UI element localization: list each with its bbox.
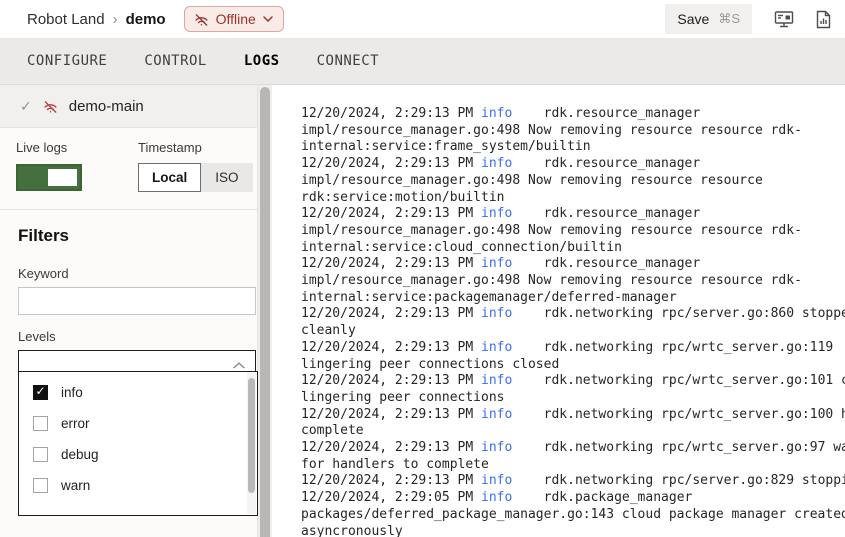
filters-section: Filters Keyword Levels <box>0 210 257 380</box>
log-list: 12/20/2024, 2:29:13 PM info rdk.resource… <box>301 106 845 537</box>
save-shortcut: ⌘S <box>718 11 740 27</box>
level-option-warn[interactable]: warn <box>19 470 257 501</box>
dropdown-scrollbar-track <box>247 373 256 514</box>
log-entry: 12/20/2024, 2:29:13 PM info rdk.resource… <box>301 106 845 156</box>
log-level: info <box>481 106 512 121</box>
levels-dropdown: info error debug warn <box>18 371 258 516</box>
checkbox-icon[interactable] <box>33 416 48 431</box>
toggle-knob <box>48 169 77 186</box>
status-label: Offline <box>216 11 256 27</box>
main-area: ✓ demo-main Live logs Timestamp <box>0 85 845 537</box>
log-level: info <box>481 156 512 171</box>
tab-connect[interactable]: CONNECT <box>317 53 380 69</box>
timestamp-label: Timestamp <box>138 140 253 155</box>
save-button[interactable]: Save ⌘S <box>665 4 752 34</box>
log-controls: Live logs Timestamp Local ISO <box>0 128 257 210</box>
log-entry: 12/20/2024, 2:29:13 PM info rdk.networki… <box>301 306 845 339</box>
log-timestamp: 12/20/2024, 2:29:13 PM <box>301 156 481 171</box>
checkbox-icon[interactable] <box>33 478 48 493</box>
level-option-label: error <box>61 416 90 431</box>
log-level: info <box>481 407 512 422</box>
check-icon: ✓ <box>20 98 32 115</box>
level-option-label: info <box>61 385 83 400</box>
logs-scrollbar-track[interactable] <box>258 85 272 537</box>
log-entry: 12/20/2024, 2:29:13 PM info rdk.networki… <box>301 440 845 473</box>
monitor-icon[interactable] <box>774 10 794 29</box>
wifi-off-icon <box>43 99 58 114</box>
checkbox-icon[interactable] <box>33 447 48 462</box>
breadcrumb-separator: › <box>113 11 118 28</box>
log-timestamp: 12/20/2024, 2:29:13 PM <box>301 306 481 321</box>
log-timestamp: 12/20/2024, 2:29:13 PM <box>301 473 481 488</box>
log-entry: 12/20/2024, 2:29:13 PM info rdk.networki… <box>301 340 845 373</box>
chevron-down-icon <box>263 16 273 22</box>
log-timestamp: 12/20/2024, 2:29:13 PM <box>301 440 481 455</box>
save-label: Save <box>677 11 709 27</box>
level-option-info[interactable]: info <box>19 377 257 408</box>
breadcrumb-current: demo <box>126 11 166 28</box>
log-timestamp: 12/20/2024, 2:29:13 PM <box>301 407 481 422</box>
live-logs-label: Live logs <box>16 140 138 155</box>
keyword-label: Keyword <box>18 266 257 281</box>
log-message: rdk.networking rpc/server.go:829 stoppin… <box>512 473 845 488</box>
levels-label: Levels <box>18 329 257 344</box>
log-level: info <box>481 440 512 455</box>
log-level: info <box>481 373 512 388</box>
levels-option-list: info error debug warn <box>19 372 257 501</box>
logs-scrollbar-thumb[interactable] <box>260 87 270 537</box>
chevron-up-icon <box>233 360 245 371</box>
file-chart-icon[interactable] <box>816 10 831 29</box>
breadcrumb: Robot Land › demo <box>27 11 166 28</box>
tab-bar: CONFIGURE CONTROL LOGS CONNECT <box>0 38 845 85</box>
level-option-error[interactable]: error <box>19 408 257 439</box>
filters-title: Filters <box>18 226 257 246</box>
log-timestamp: 12/20/2024, 2:29:13 PM <box>301 340 481 355</box>
timestamp-local-button[interactable]: Local <box>138 163 201 192</box>
checkbox-icon[interactable] <box>33 385 48 400</box>
level-option-label: debug <box>61 447 99 462</box>
tab-logs[interactable]: LOGS <box>244 53 280 69</box>
logs-sidebar: ✓ demo-main Live logs Timestamp <box>0 85 258 537</box>
log-level: info <box>481 256 512 271</box>
log-level: info <box>481 206 512 221</box>
part-name: demo-main <box>69 98 144 115</box>
log-timestamp: 12/20/2024, 2:29:13 PM <box>301 256 481 271</box>
log-level: info <box>481 340 512 355</box>
log-entry: 12/20/2024, 2:29:13 PM info rdk.networki… <box>301 407 845 440</box>
part-selector-demo-main[interactable]: ✓ demo-main <box>0 85 257 128</box>
log-entry: 12/20/2024, 2:29:13 PM info rdk.resource… <box>301 156 845 206</box>
wifi-off-icon <box>194 12 209 27</box>
log-entry: 12/20/2024, 2:29:13 PM info rdk.networki… <box>301 373 845 406</box>
dropdown-scrollbar-thumb[interactable] <box>248 378 255 493</box>
level-option-label: warn <box>61 478 90 493</box>
machine-status-dropdown[interactable]: Offline <box>184 6 284 32</box>
tab-configure[interactable]: CONFIGURE <box>27 53 107 69</box>
log-timestamp: 12/20/2024, 2:29:13 PM <box>301 106 481 121</box>
level-option-debug[interactable]: debug <box>19 439 257 470</box>
log-level: info <box>481 490 512 505</box>
app-header: Robot Land › demo Offline Save ⌘S <box>0 0 845 38</box>
log-panel: 12/20/2024, 2:29:13 PM info rdk.resource… <box>272 85 845 537</box>
log-timestamp: 12/20/2024, 2:29:05 PM <box>301 490 481 505</box>
log-entry: 12/20/2024, 2:29:05 PM info rdk.package_… <box>301 490 845 537</box>
log-entry: 12/20/2024, 2:29:13 PM info rdk.resource… <box>301 206 845 256</box>
log-timestamp: 12/20/2024, 2:29:13 PM <box>301 373 481 388</box>
keyword-input[interactable] <box>18 287 256 315</box>
log-level: info <box>481 473 512 488</box>
log-entry: 12/20/2024, 2:29:13 PM info rdk.networki… <box>301 473 845 490</box>
log-entry: 12/20/2024, 2:29:13 PM info rdk.resource… <box>301 256 845 306</box>
breadcrumb-parent[interactable]: Robot Land <box>27 11 105 28</box>
tab-control[interactable]: CONTROL <box>144 53 207 69</box>
live-logs-toggle[interactable] <box>16 164 82 191</box>
log-timestamp: 12/20/2024, 2:29:13 PM <box>301 206 481 221</box>
timestamp-format-group: Local ISO <box>138 163 253 192</box>
log-level: info <box>481 306 512 321</box>
timestamp-iso-button[interactable]: ISO <box>201 163 252 192</box>
